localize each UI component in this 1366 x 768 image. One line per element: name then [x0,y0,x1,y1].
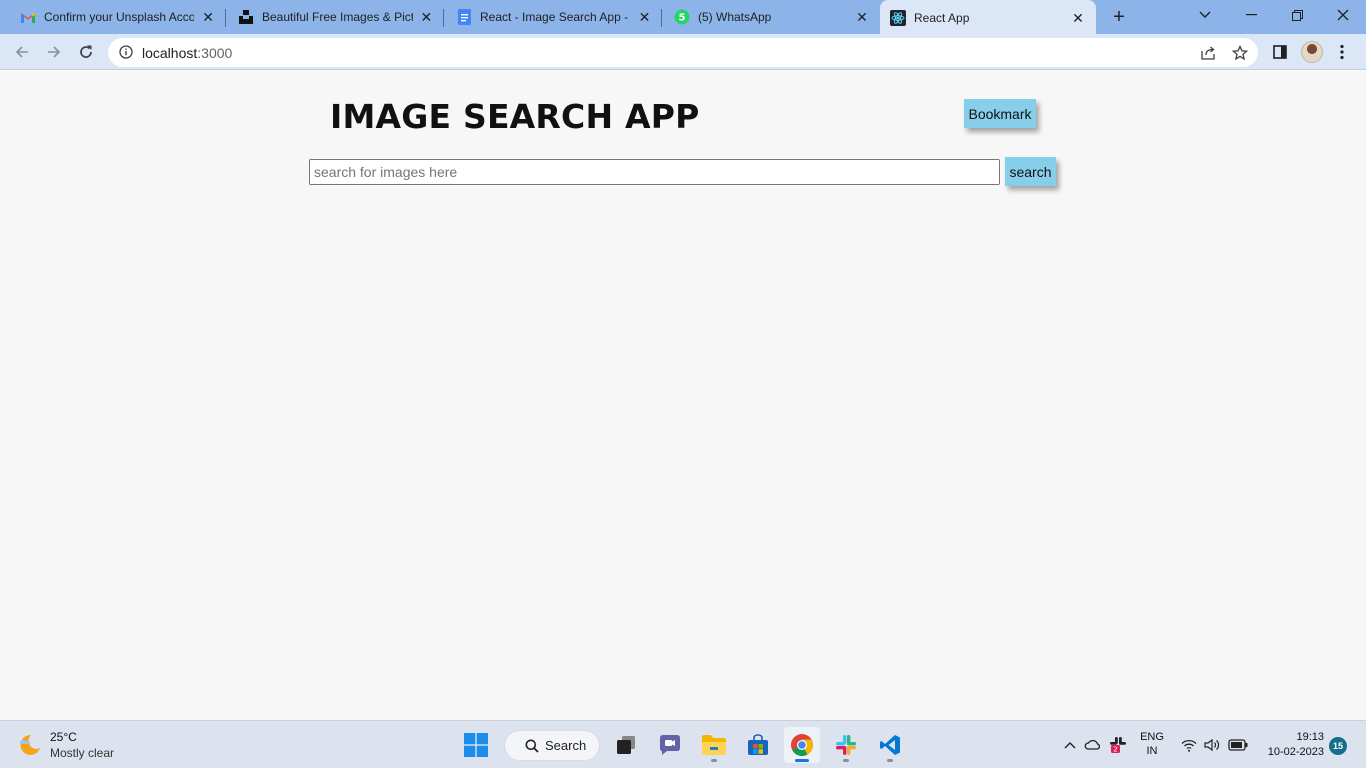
microsoft-store-icon[interactable] [740,727,776,763]
tab-google-docs[interactable]: React - Image Search App - G ✕ [436,0,662,34]
forward-arrow-icon[interactable] [42,40,66,64]
tab-title: (5) WhatsApp [698,10,772,24]
running-indicator [843,759,849,762]
reload-icon[interactable] [74,40,98,64]
address-bar[interactable]: localhost:3000 [108,38,1258,67]
vscode-icon[interactable] [872,727,908,763]
close-tab-icon[interactable]: ✕ [419,9,434,25]
slack-tray-icon[interactable]: 2 [1107,733,1129,757]
active-indicator [795,759,809,762]
search-input[interactable] [309,159,1000,185]
tab-gmail[interactable]: Confirm your Unsplash Acco ✕ [0,0,226,34]
taskbar-search-label: Search [545,738,587,753]
running-indicator [711,759,717,762]
windows-taskbar: 25°C Mostly clear Search 2 ENG IN 19:13 … [0,720,1366,768]
lang-line2: IN [1146,745,1158,757]
search-icon [525,739,539,753]
tab-react-app[interactable]: React App ✕ [880,0,1096,36]
browser-tab-strip: Confirm your Unsplash Acco ✕ Beautiful F… [0,0,1366,36]
docs-icon [456,9,472,25]
side-panel-icon[interactable] [1268,40,1292,64]
share-icon[interactable] [1199,44,1217,62]
close-tab-icon[interactable]: ✕ [200,9,216,25]
tab-search-chevron-icon[interactable] [1182,0,1228,30]
kebab-menu-icon[interactable] [1330,40,1354,64]
url-text: localhost:3000 [142,45,232,61]
weather-widget[interactable]: 25°C Mostly clear [16,729,156,763]
star-bookmark-icon[interactable] [1231,44,1249,62]
site-info-icon[interactable] [119,45,133,64]
moon-cloud-icon [16,731,42,757]
tab-title: Confirm your Unsplash Acco [44,10,195,24]
system-clock[interactable]: 19:13 10-02-2023 [1256,730,1324,760]
slack-icon[interactable] [828,727,864,763]
task-view-icon[interactable] [608,727,644,763]
weather-condition: Mostly clear [50,746,115,760]
windows-start-icon[interactable] [458,727,494,763]
show-hidden-icons-chevron-icon[interactable] [1061,733,1079,757]
search-button[interactable]: search [1005,157,1056,186]
tab-title: React App [914,11,970,25]
url-port: :3000 [197,45,233,61]
tab-whatsapp[interactable]: 5 (5) WhatsApp ✕ [654,0,880,34]
chrome-icon[interactable] [784,727,820,763]
close-tab-icon[interactable]: ✕ [637,9,652,25]
volume-icon[interactable] [1203,733,1221,757]
url-host: localhost [142,45,198,61]
svg-text:5: 5 [679,13,686,24]
tab-title: Beautiful Free Images & Pictu [262,10,413,24]
close-window-icon[interactable] [1320,0,1366,30]
page-title: IMAGE SEARCH APP [330,97,700,136]
minimize-icon[interactable] [1228,0,1274,30]
browser-toolbar: localhost:3000 [0,34,1366,70]
svg-text:2: 2 [1113,746,1117,754]
unsplash-icon [238,9,254,25]
page-content: IMAGE SEARCH APP Bookmark search [0,71,1366,720]
bookmark-button[interactable]: Bookmark [964,99,1036,128]
whatsapp-icon: 5 [674,9,690,25]
notification-count-badge[interactable]: 15 [1329,737,1347,755]
tab-title: React - Image Search App - G [480,10,631,24]
back-arrow-icon[interactable] [10,40,34,64]
teams-chat-icon[interactable] [652,727,688,763]
close-tab-icon[interactable]: ✕ [854,9,870,25]
react-icon [890,10,906,26]
clock-time: 19:13 [1296,731,1324,743]
onedrive-sync-icon[interactable] [1083,733,1103,757]
profile-avatar[interactable] [1301,41,1323,63]
language-indicator[interactable]: ENG IN [1139,730,1165,758]
file-explorer-icon[interactable] [696,727,732,763]
tab-unsplash[interactable]: Beautiful Free Images & Pictu ✕ [218,0,444,34]
clock-date: 10-02-2023 [1267,746,1324,758]
running-indicator [887,759,893,762]
close-tab-icon[interactable]: ✕ [1070,10,1086,26]
wifi-icon[interactable] [1180,733,1198,757]
gmail-icon [20,9,36,25]
restore-icon[interactable] [1274,0,1320,30]
battery-icon[interactable] [1227,733,1249,757]
new-tab-icon[interactable]: + [1108,6,1130,28]
taskbar-search-box[interactable]: Search [504,730,600,761]
weather-temp: 25°C [50,730,77,744]
lang-line1: ENG [1140,731,1164,743]
